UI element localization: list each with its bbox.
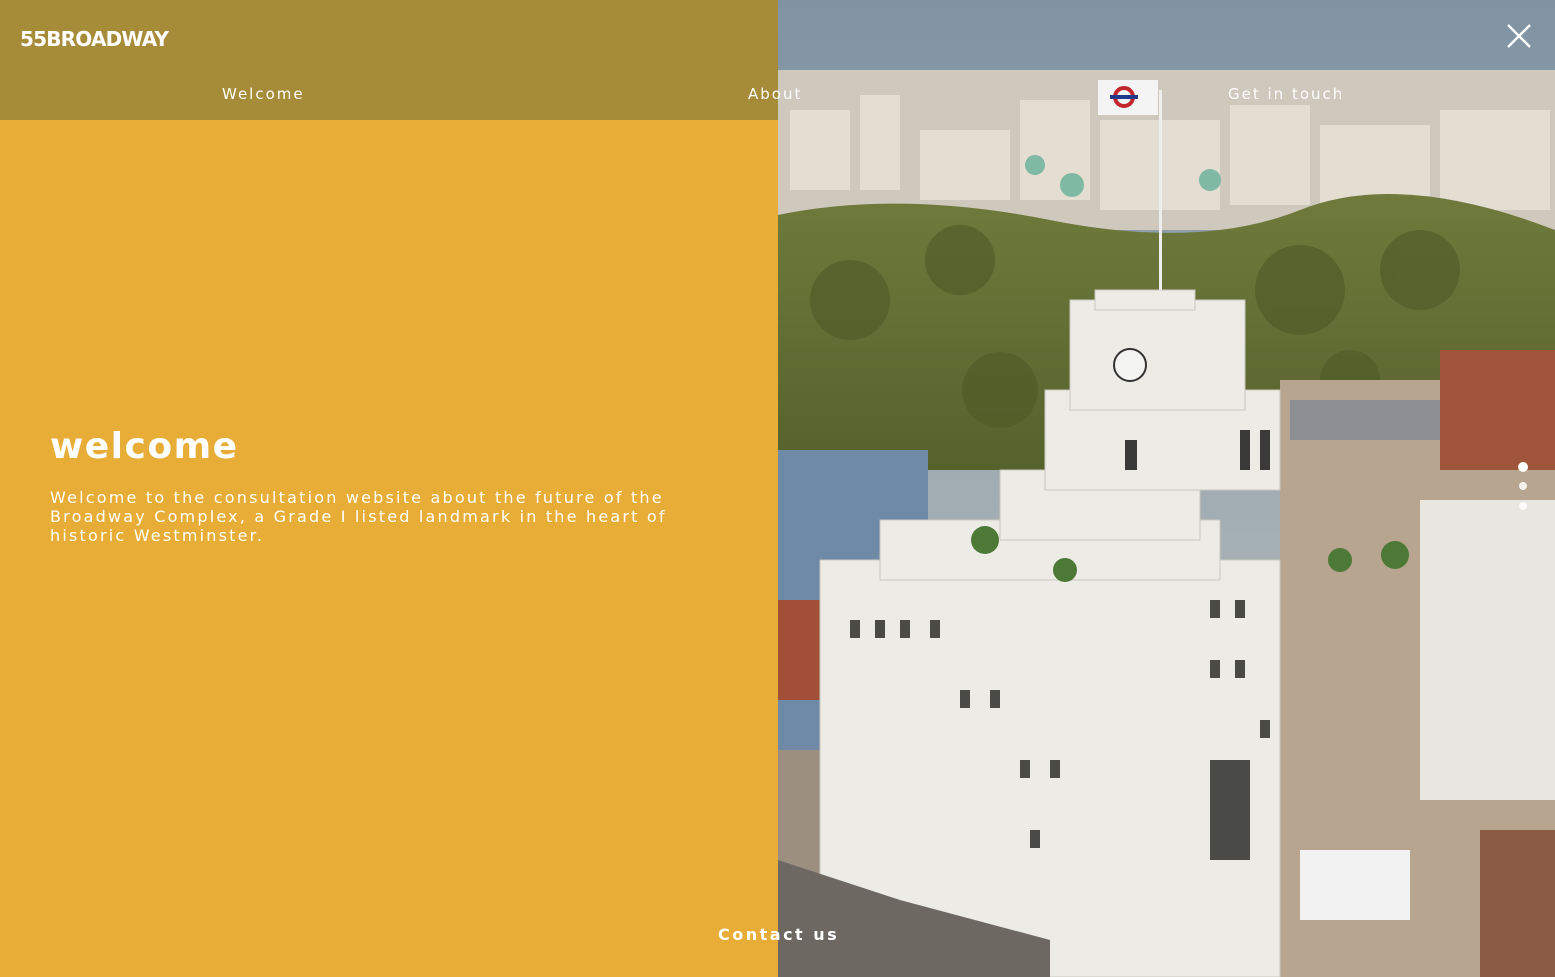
- close-icon: [1507, 24, 1531, 48]
- nav-item-get-in-touch[interactable]: Get in touch: [1228, 84, 1344, 104]
- nav-item-about[interactable]: About: [748, 84, 802, 104]
- contact-us-link[interactable]: Contact us: [718, 925, 839, 944]
- nav-item-welcome[interactable]: Welcome: [222, 84, 305, 104]
- main-nav: Welcome About Get in touch: [0, 70, 1555, 120]
- header-bar: 55BROADWAY: [0, 0, 778, 70]
- page-title: welcome: [50, 426, 239, 467]
- slide-dot[interactable]: [1519, 502, 1527, 510]
- intro-paragraph: Welcome to the consultation website abou…: [50, 488, 667, 545]
- slide-dot-active[interactable]: [1518, 462, 1528, 472]
- close-button[interactable]: [1505, 22, 1533, 50]
- nav-band: [0, 70, 778, 120]
- slide-indicator: [1516, 460, 1532, 530]
- logo[interactable]: 55BROADWAY: [20, 25, 169, 53]
- slide-dot[interactable]: [1519, 482, 1527, 490]
